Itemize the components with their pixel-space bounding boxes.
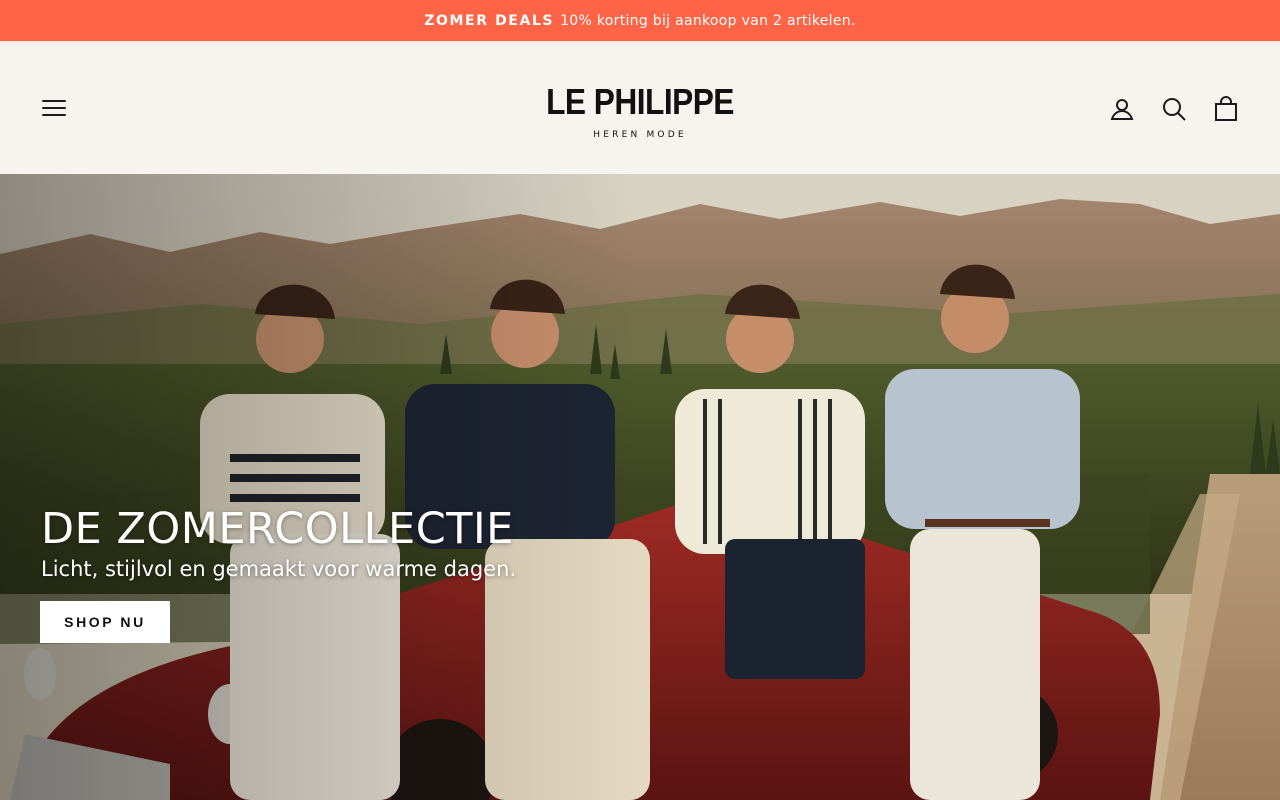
account-icon[interactable] — [1107, 94, 1137, 124]
announcement-bar: ZOMER DEALS 10% korting bij aankoop van … — [0, 0, 1280, 41]
logo-subtitle: HEREN MODE — [593, 130, 687, 140]
logo-main: LE PHILIPPE — [546, 81, 734, 122]
hero-image — [0, 174, 1280, 800]
announcement-highlight: ZOMER DEALS — [424, 12, 555, 29]
shop-now-button[interactable]: SHOP NU — [40, 601, 170, 643]
menu-icon[interactable] — [40, 96, 68, 120]
announcement-text: 10% korting bij aankoop van 2 artikelen. — [560, 12, 856, 29]
search-icon[interactable] — [1159, 94, 1189, 124]
cart-icon[interactable] — [1211, 94, 1241, 124]
hero-banner: DE ZOMERCOLLECTIE Licht, stijlvol en gem… — [0, 174, 1280, 800]
hero-subtitle: Licht, stijlvol en gemaakt voor warme da… — [41, 557, 517, 581]
hero-title: DE ZOMERCOLLECTIE — [41, 504, 514, 554]
logo[interactable]: LE PHILIPPE HEREN MODE — [518, 84, 762, 146]
site-header: LE PHILIPPE HEREN MODE — [0, 41, 1280, 174]
